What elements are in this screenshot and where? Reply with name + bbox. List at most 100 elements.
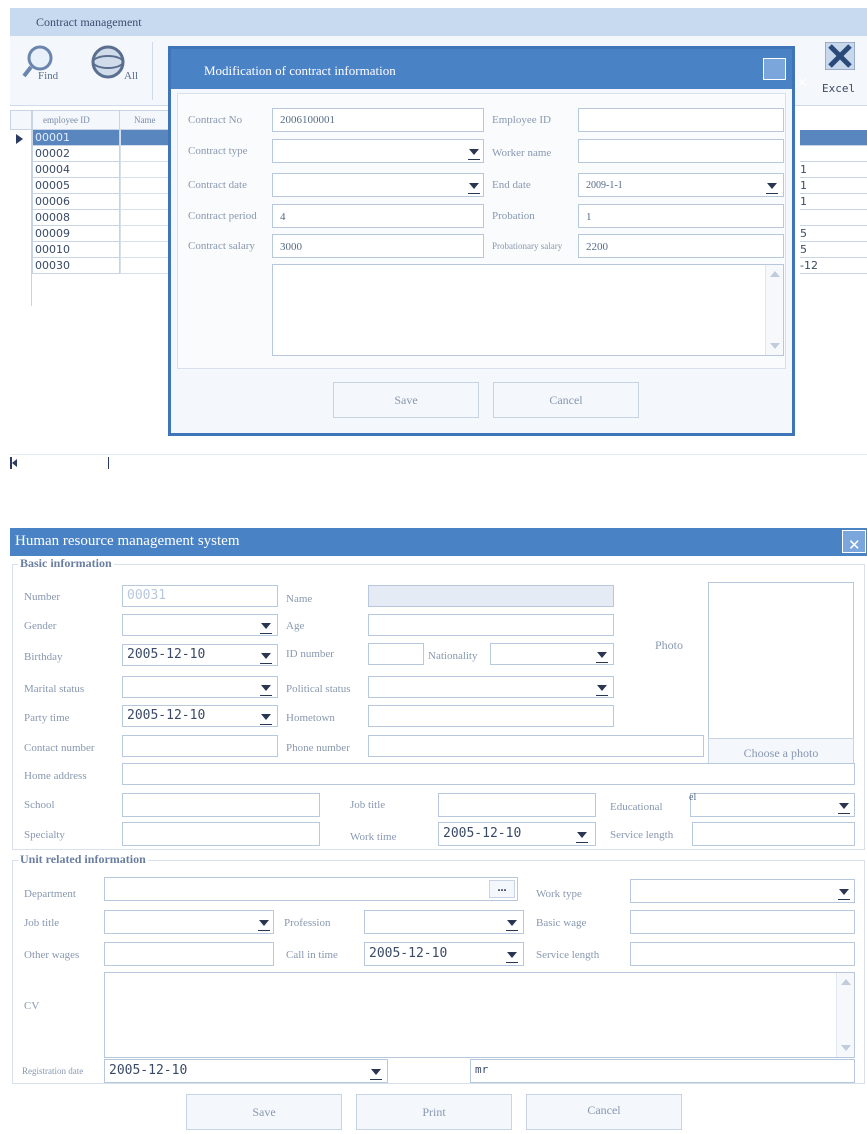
- grid-row-00009[interactable]: 00009: [32, 226, 120, 242]
- contract-type-select[interactable]: [272, 139, 484, 163]
- chevron-down-icon[interactable]: [467, 146, 481, 160]
- grid-row-00001[interactable]: 00001: [32, 130, 120, 146]
- home-address-input[interactable]: [122, 763, 855, 785]
- age-input[interactable]: [368, 614, 614, 636]
- cv-textarea[interactable]: [104, 972, 855, 1058]
- vertical-scrollbar[interactable]: [836, 973, 854, 1057]
- probationary-salary-input[interactable]: 2200: [578, 234, 784, 258]
- hr-close-button[interactable]: ✕: [842, 530, 866, 554]
- unit-job-title-select[interactable]: [104, 910, 274, 934]
- chevron-down-icon[interactable]: [257, 917, 271, 931]
- grid-row-00010[interactable]: 00010: [32, 242, 120, 258]
- grid-row-00004[interactable]: 00004: [32, 162, 120, 178]
- chevron-down-icon[interactable]: [575, 829, 589, 843]
- registration-date-picker[interactable]: 2005-12-10: [104, 1059, 388, 1083]
- chevron-down-icon[interactable]: [259, 711, 273, 725]
- educational-select[interactable]: el: [689, 792, 855, 817]
- school-label: School: [24, 799, 55, 811]
- grid-right-cell[interactable]: [800, 130, 867, 146]
- scroll-up-icon[interactable]: [770, 271, 780, 277]
- specialty-input[interactable]: [122, 822, 320, 846]
- chevron-down-icon[interactable]: [505, 917, 519, 931]
- scroll-down-icon[interactable]: [770, 343, 780, 349]
- hr-cancel-button[interactable]: Cancel: [526, 1094, 682, 1130]
- call-in-time-picker[interactable]: 2005-12-10: [364, 942, 524, 966]
- work-time-picker[interactable]: 2005-12-10: [438, 822, 596, 846]
- excel-button[interactable]: Excel: [816, 40, 864, 100]
- chevron-down-icon[interactable]: [259, 620, 273, 634]
- birthday-picker[interactable]: 2005-12-10: [122, 644, 278, 666]
- scroll-up-icon[interactable]: [841, 979, 851, 985]
- chevron-down-icon[interactable]: [595, 682, 609, 696]
- hr-save-button[interactable]: Save: [186, 1094, 342, 1130]
- nationality-select[interactable]: [490, 643, 614, 665]
- gender-select[interactable]: [122, 614, 278, 636]
- contract-notes-textarea[interactable]: [272, 264, 784, 356]
- contract-period-input[interactable]: 4: [272, 204, 484, 228]
- basic-wage-input[interactable]: [630, 910, 855, 934]
- grid-row-00005[interactable]: 00005: [32, 178, 120, 194]
- registrar-input[interactable]: mr: [470, 1059, 855, 1083]
- grid-right-cell[interactable]: -12: [800, 258, 867, 274]
- scroll-left-icon[interactable]: [12, 459, 17, 467]
- dialog-close-button[interactable]: ✕: [763, 58, 808, 90]
- name-input[interactable]: [368, 585, 614, 607]
- school-input[interactable]: [122, 793, 320, 817]
- number-input[interactable]: 00031: [122, 585, 278, 607]
- dialog-cancel-button[interactable]: Cancel: [493, 382, 639, 418]
- chevron-down-icon[interactable]: [369, 1066, 383, 1080]
- unit-service-length-input[interactable]: [630, 942, 855, 966]
- grid-row-00002[interactable]: 00002: [32, 146, 120, 162]
- chevron-down-icon[interactable]: [765, 180, 779, 194]
- contract-date-picker[interactable]: [272, 173, 484, 197]
- employee-id-input[interactable]: [578, 108, 784, 132]
- hr-print-button[interactable]: Print: [356, 1094, 512, 1130]
- work-type-select[interactable]: [630, 879, 855, 903]
- chevron-down-icon[interactable]: [837, 886, 851, 900]
- find-button[interactable]: Find: [18, 40, 78, 100]
- grid-right-cell[interactable]: 1: [800, 194, 867, 210]
- id-number-input[interactable]: [368, 643, 424, 665]
- party-time-picker[interactable]: 2005-12-10: [122, 705, 278, 727]
- profession-select[interactable]: [364, 910, 524, 934]
- chevron-down-icon[interactable]: [837, 800, 851, 814]
- all-button[interactable]: All: [86, 40, 146, 100]
- service-length-input[interactable]: [692, 822, 855, 846]
- chevron-down-icon[interactable]: [259, 682, 273, 696]
- chevron-down-icon[interactable]: [259, 650, 273, 664]
- scroll-down-icon[interactable]: [841, 1045, 851, 1051]
- grid-right-cell[interactable]: 1: [800, 178, 867, 194]
- worker-name-input[interactable]: [578, 139, 784, 163]
- job-title-input[interactable]: [438, 793, 596, 817]
- toolbar-separator: [152, 42, 153, 100]
- grid-right-cell[interactable]: 5: [800, 242, 867, 258]
- grid-row-00006[interactable]: 00006: [32, 194, 120, 210]
- contract-no-input[interactable]: 2006100001: [272, 108, 484, 132]
- grid-right-cell[interactable]: [800, 210, 867, 226]
- department-input[interactable]: ...: [104, 877, 518, 901]
- contract-salary-input[interactable]: 3000: [272, 234, 484, 258]
- grid-row-00030[interactable]: 00030: [32, 258, 120, 274]
- vertical-scrollbar[interactable]: [765, 265, 783, 355]
- chevron-down-icon[interactable]: [467, 180, 481, 194]
- department-browse-button[interactable]: ...: [489, 880, 515, 898]
- contact-number-input[interactable]: [122, 735, 278, 757]
- hometown-input[interactable]: [368, 705, 614, 727]
- chevron-down-icon[interactable]: [595, 649, 609, 663]
- political-status-select[interactable]: [368, 676, 614, 698]
- work-type-label: Work type: [536, 888, 582, 900]
- grid-right-cell[interactable]: 1: [800, 162, 867, 178]
- grid-row-00008[interactable]: 00008: [32, 210, 120, 226]
- end-date-picker[interactable]: 2009-1-1: [578, 173, 784, 197]
- dialog-form-panel: Contract No 2006100001 Employee ID Contr…: [177, 93, 786, 369]
- marital-status-select[interactable]: [122, 676, 278, 698]
- grid-header-employee-id[interactable]: employee ID: [32, 110, 120, 130]
- grid-horizontal-scrollbar[interactable]: [10, 454, 867, 470]
- phone-number-input[interactable]: [368, 735, 704, 757]
- probation-input[interactable]: 1: [578, 204, 784, 228]
- grid-right-cell[interactable]: 5: [800, 226, 867, 242]
- grid-right-cell[interactable]: [800, 146, 867, 162]
- chevron-down-icon[interactable]: [505, 949, 519, 963]
- other-wages-input[interactable]: [104, 942, 274, 966]
- dialog-save-button[interactable]: Save: [333, 382, 479, 418]
